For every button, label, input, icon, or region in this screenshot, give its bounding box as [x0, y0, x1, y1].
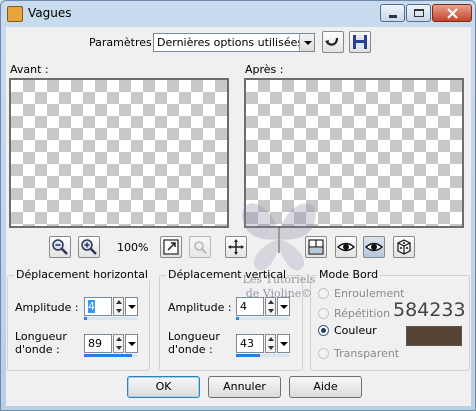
spin-down-icon: [116, 309, 122, 313]
zoom-out-icon: [52, 239, 68, 255]
spin-up-icon: [268, 337, 274, 341]
h-wavelength-dropdown[interactable]: [125, 334, 138, 353]
v-wavelength-slider-fill: [236, 354, 260, 357]
move-arrows-icon: [228, 239, 244, 255]
h-amplitude-dropdown[interactable]: [125, 297, 138, 316]
window-title: Vagues: [28, 6, 72, 20]
v-amplitude-spinner[interactable]: [265, 297, 276, 316]
minimize-icon: [389, 15, 397, 18]
v-wavelength-dropdown[interactable]: [277, 334, 290, 353]
help-button[interactable]: Aide: [289, 376, 362, 398]
undo-arrow-icon: [325, 37, 339, 46]
v-wavelength-label: Longueur d'onde :: [168, 330, 220, 356]
zoom-in-button[interactable]: [78, 236, 100, 258]
app-icon: [7, 6, 23, 22]
reset-preset-button[interactable]: [322, 31, 344, 53]
radio-button[interactable]: [318, 348, 329, 359]
edge-option-label: Répétition: [334, 307, 391, 320]
params-label: Paramètres :: [89, 36, 159, 49]
minimize-button[interactable]: [380, 4, 405, 22]
before-label: Avant :: [10, 63, 49, 76]
chevron-down-icon: [304, 41, 312, 45]
radio-button[interactable]: [318, 308, 329, 319]
auto-preview-button[interactable]: [363, 236, 385, 258]
spin-down-icon: [268, 346, 274, 350]
title-bar[interactable]: Vagues: [1, 1, 475, 27]
v-amplitude-input[interactable]: 4: [236, 297, 264, 316]
cancel-button[interactable]: Annuler: [208, 376, 281, 398]
spin-up-icon: [116, 337, 122, 341]
v-amplitude-dropdown[interactable]: [277, 297, 290, 316]
chevron-down-icon: [280, 305, 288, 309]
after-label: Après :: [245, 63, 284, 76]
vertical-group-title: Déplacement vertical: [166, 268, 289, 281]
v-wavelength-slider[interactable]: [236, 354, 290, 357]
v-amplitude-label: Amplitude :: [168, 301, 232, 314]
v-amplitude-slider[interactable]: [236, 317, 290, 320]
chevron-down-icon: [128, 305, 136, 309]
h-amplitude-value: 4: [88, 300, 95, 313]
chevron-down-icon: [128, 342, 136, 346]
floppy-save-icon: [353, 35, 367, 49]
zoom-in-icon: [81, 239, 97, 255]
preset-value: Dernières options utilisées: [157, 36, 304, 49]
resize-window-icon: [163, 239, 179, 255]
dice-icon: [397, 239, 411, 255]
close-button[interactable]: [432, 4, 472, 22]
zoom-out-button[interactable]: [49, 236, 71, 258]
h-wavelength-spinner[interactable]: [113, 334, 124, 353]
spin-down-icon: [116, 346, 122, 350]
v-amplitude-slider-fill: [236, 317, 239, 320]
zoom-level: 100%: [117, 241, 149, 254]
radio-button[interactable]: [318, 288, 329, 299]
proof-button[interactable]: [189, 236, 211, 258]
v-amplitude-value: 4: [240, 300, 247, 313]
maximize-icon: [414, 9, 424, 17]
v-wavelength-input[interactable]: 43: [236, 334, 264, 353]
ok-button[interactable]: OK: [127, 376, 200, 398]
eye-proof-icon: [194, 241, 207, 254]
preview-eye-button[interactable]: [335, 236, 357, 258]
after-preview[interactable]: [244, 78, 464, 228]
h-wavelength-slider-fill: [84, 354, 132, 357]
preset-combobox[interactable]: Dernières options utilisées: [153, 33, 315, 52]
spin-up-icon: [116, 300, 122, 304]
v-wavelength-value: 43: [240, 337, 254, 350]
edge-option-label: Transparent: [334, 347, 400, 360]
randomize-button[interactable]: [393, 236, 415, 258]
pan-button[interactable]: [225, 236, 247, 258]
edge-option-label: Couleur: [334, 324, 377, 337]
h-amplitude-slider[interactable]: [84, 317, 138, 320]
split-preview-button[interactable]: [305, 236, 327, 258]
radio-button-selected[interactable]: [318, 325, 329, 336]
dialog-window: Vagues Paramètres : Dernières options ut…: [0, 0, 476, 411]
close-icon: [447, 8, 458, 19]
h-amplitude-spinner[interactable]: [113, 297, 124, 316]
chevron-down-icon: [280, 342, 288, 346]
h-wavelength-label: Longueur d'onde :: [15, 330, 67, 356]
maximize-button[interactable]: [406, 4, 431, 22]
h-wavelength-value: 89: [88, 337, 102, 350]
h-amplitude-slider-fill: [84, 317, 87, 320]
spin-down-icon: [268, 309, 274, 313]
save-preset-button[interactable]: [349, 31, 371, 53]
preset-dropdown-button[interactable]: [299, 34, 314, 51]
horizontal-group-title: Déplacement horizontal: [14, 268, 150, 281]
h-wavelength-slider[interactable]: [84, 354, 138, 357]
split-view-icon: [308, 239, 324, 255]
h-wavelength-input[interactable]: 89: [84, 334, 112, 353]
h-amplitude-input[interactable]: 4: [84, 297, 112, 316]
before-preview[interactable]: [9, 78, 229, 228]
edge-group-title: Mode Bord: [317, 268, 381, 281]
v-wavelength-spinner[interactable]: [265, 334, 276, 353]
edge-color-hex: 584233: [393, 299, 466, 321]
edge-color-swatch[interactable]: [406, 326, 462, 346]
fit-window-button[interactable]: [160, 236, 182, 258]
eye-icon: [364, 242, 384, 252]
spin-up-icon: [268, 300, 274, 304]
h-amplitude-label: Amplitude :: [15, 301, 79, 314]
eye-icon: [336, 242, 356, 252]
